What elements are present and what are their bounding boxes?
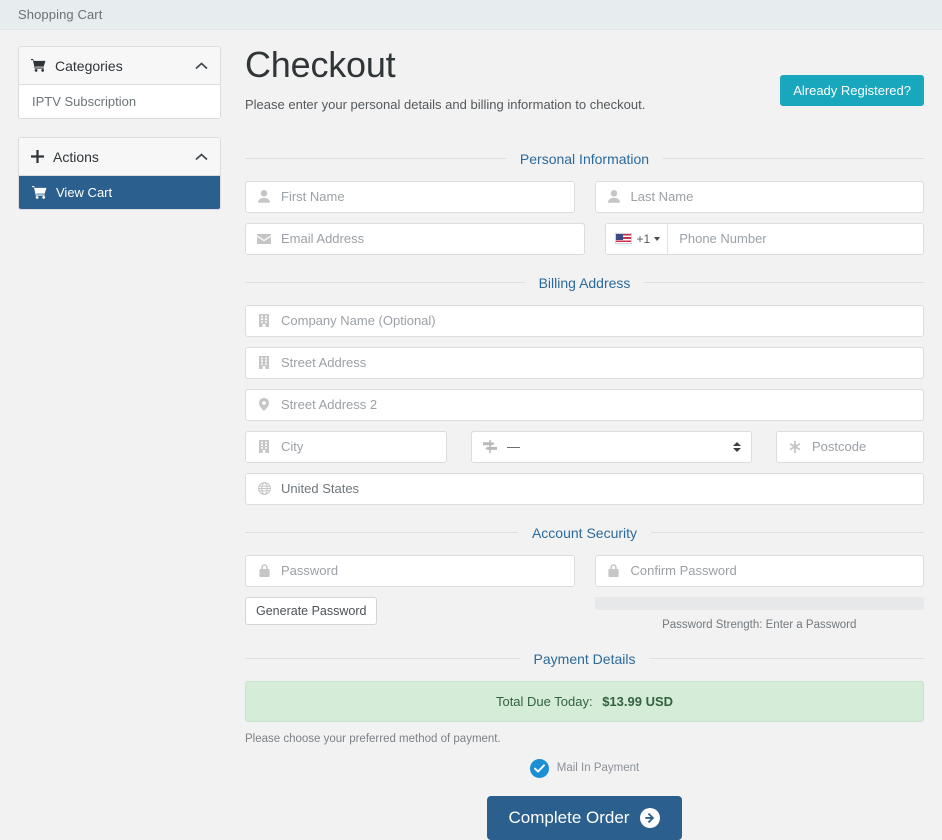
- first-name-field[interactable]: First Name: [245, 180, 575, 213]
- name-row: First Name Last Name: [245, 180, 924, 213]
- page-subtitle-row: Please enter your personal details and b…: [245, 74, 924, 131]
- confirm-password-field[interactable]: Confirm Password: [594, 554, 924, 587]
- chevron-up-icon[interactable]: [195, 152, 208, 161]
- map-signs-icon: [482, 440, 498, 454]
- already-registered-button[interactable]: Already Registered?: [780, 74, 924, 106]
- postcode-field[interactable]: Postcode: [776, 430, 924, 463]
- section-legend-label: Payment Details: [533, 650, 636, 667]
- user-icon: [606, 190, 622, 204]
- password-placeholder: Password: [281, 563, 339, 579]
- password-field[interactable]: Password: [245, 554, 575, 587]
- building-icon: [256, 356, 272, 370]
- main-content: Checkout Please enter your personal deta…: [245, 45, 924, 840]
- payment-method-label: Mail In Payment: [556, 762, 640, 775]
- street-address-field[interactable]: Street Address: [245, 346, 924, 379]
- building-icon: [256, 440, 272, 454]
- section-legend-label: Billing Address: [538, 274, 631, 291]
- complete-order-button[interactable]: Complete Order: [486, 795, 683, 840]
- cart-icon: [31, 59, 46, 72]
- sidebar-item-iptv-subscription[interactable]: IPTV Subscription: [19, 85, 220, 118]
- cart-icon: [32, 186, 47, 199]
- chevron-down-icon: [654, 236, 661, 241]
- last-name-placeholder: Last Name: [630, 189, 694, 205]
- payment-method-note: Please choose your preferred method of p…: [245, 732, 501, 745]
- check-circle-icon: [529, 758, 549, 778]
- confirm-password-placeholder: Confirm Password: [630, 563, 737, 579]
- section-legend-account-security: Account Security: [245, 525, 924, 541]
- topbar: Shopping Cart: [0, 0, 942, 30]
- city-field[interactable]: City: [245, 430, 447, 463]
- phone-number-input[interactable]: Phone Number: [668, 224, 923, 254]
- phone-placeholder: Phone Number: [679, 231, 767, 247]
- state-select-value: —: [507, 439, 520, 455]
- phone-dial-code: +1: [636, 231, 651, 246]
- total-due-label: Total Due Today:: [495, 693, 593, 709]
- section-legend-label: Personal Information: [519, 150, 650, 167]
- page-subtitle: Please enter your personal details and b…: [245, 96, 646, 112]
- sidebar-panel-actions: Actions View Cart: [18, 137, 221, 210]
- street-address-2-placeholder: Street Address 2: [281, 397, 378, 413]
- last-name-field[interactable]: Last Name: [594, 180, 924, 213]
- sidebar-panel-categories-header[interactable]: Categories: [19, 47, 220, 85]
- phone-country-selector[interactable]: +1: [605, 223, 669, 254]
- city-state-postcode-row: City — Postcode: [245, 430, 924, 463]
- building-icon: [256, 314, 272, 328]
- plus-icon: [31, 150, 44, 163]
- total-due-box: Total Due Today: $13.99 USD: [245, 680, 924, 722]
- envelope-icon: [256, 233, 272, 244]
- us-flag-icon: [614, 233, 632, 245]
- sidebar-item-view-cart-label: View Cart: [56, 185, 113, 200]
- email-phone-row: Email Address +1 Phone Number: [245, 222, 924, 255]
- company-name-placeholder: Company Name (Optional): [281, 313, 436, 329]
- section-legend-billing-address: Billing Address: [245, 275, 924, 291]
- email-placeholder: Email Address: [281, 231, 365, 247]
- city-placeholder: City: [281, 439, 304, 455]
- asterisk-icon: [787, 440, 803, 453]
- password-tools-row: Generate Password Password Strength: Ent…: [245, 596, 924, 631]
- email-field[interactable]: Email Address: [245, 222, 585, 255]
- postcode-placeholder: Postcode: [812, 439, 867, 455]
- password-strength-meter: [594, 596, 924, 610]
- select-arrows-icon: [733, 441, 741, 452]
- payment-method-mail-in[interactable]: Mail In Payment: [529, 758, 640, 778]
- total-due-amount: $13.99 USD: [602, 693, 674, 709]
- street-address-2-field[interactable]: Street Address 2: [245, 388, 924, 421]
- section-legend-label: Account Security: [531, 524, 638, 541]
- company-name-field[interactable]: Company Name (Optional): [245, 304, 924, 337]
- map-marker-icon: [256, 398, 272, 412]
- payment-methods: Mail In Payment: [245, 758, 924, 778]
- sidebar-panel-categories-title: Categories: [55, 57, 123, 74]
- section-legend-personal-information: Personal Information: [245, 151, 924, 167]
- phone-field[interactable]: +1 Phone Number: [604, 222, 924, 255]
- password-strength-label: Password Strength: Enter a Password: [662, 618, 857, 631]
- arrow-circle-right-icon: [640, 807, 661, 828]
- section-legend-payment-details: Payment Details: [245, 651, 924, 667]
- complete-order-label: Complete Order: [508, 807, 630, 827]
- sidebar-item-view-cart[interactable]: View Cart: [19, 176, 220, 209]
- street-address-placeholder: Street Address: [281, 355, 367, 371]
- globe-icon: [256, 482, 272, 496]
- complete-order-row: Complete Order: [245, 795, 924, 840]
- country-field[interactable]: United States: [245, 472, 924, 505]
- topbar-title: Shopping Cart: [18, 7, 103, 22]
- sidebar-panel-actions-title: Actions: [53, 148, 99, 165]
- lock-icon: [256, 564, 272, 578]
- generate-password-button[interactable]: Generate Password: [245, 596, 378, 625]
- state-select[interactable]: —: [471, 430, 752, 463]
- lock-icon: [606, 564, 622, 578]
- sidebar-panel-actions-header[interactable]: Actions: [19, 138, 220, 176]
- sidebar-panel-categories: Categories IPTV Subscription: [18, 46, 221, 119]
- password-row: Password Confirm Password: [245, 554, 924, 587]
- sidebar: Categories IPTV Subscription Actions Vie…: [18, 46, 221, 228]
- user-icon: [256, 190, 272, 204]
- first-name-placeholder: First Name: [281, 189, 345, 205]
- page-container: Categories IPTV Subscription Actions Vie…: [0, 30, 942, 840]
- country-value: United States: [281, 481, 360, 497]
- chevron-up-icon[interactable]: [195, 61, 208, 70]
